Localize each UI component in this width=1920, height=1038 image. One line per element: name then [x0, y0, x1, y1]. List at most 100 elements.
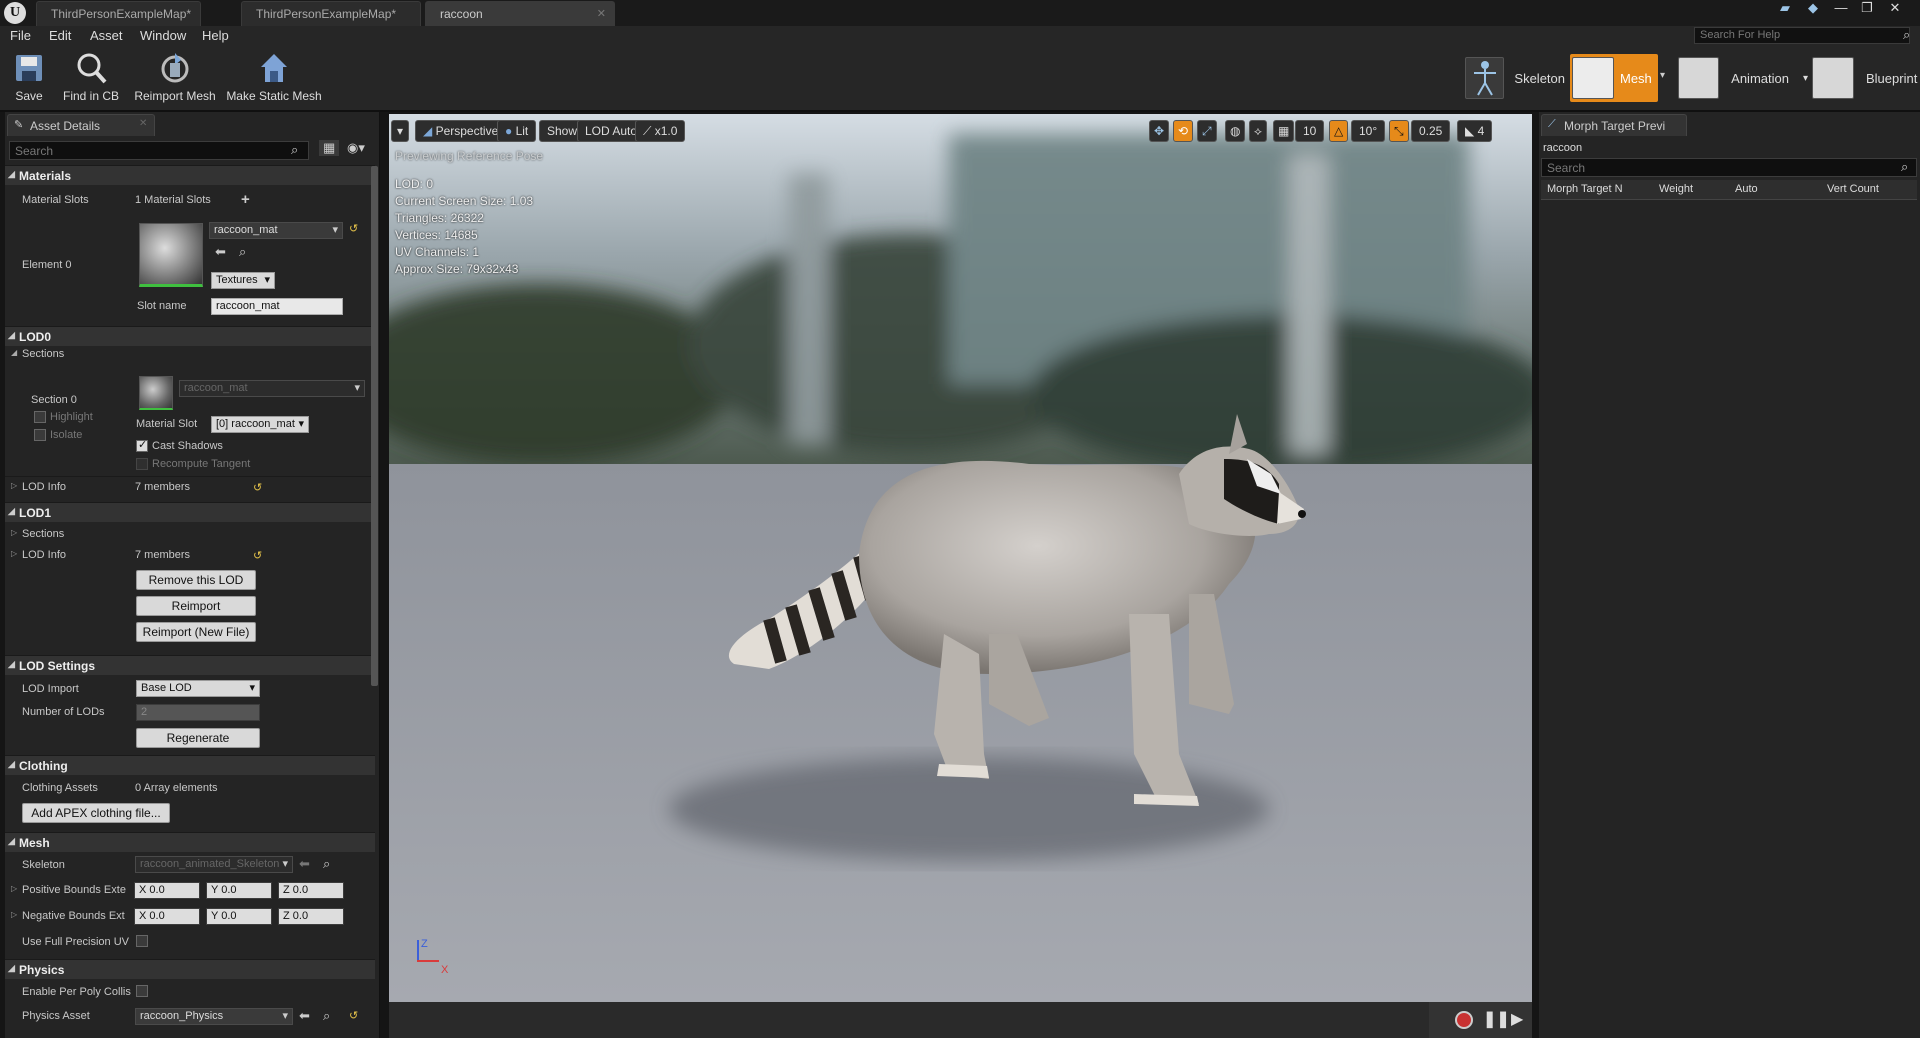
category-physics[interactable]: Physics	[5, 959, 375, 979]
reimport-mesh-button[interactable]: Reimport Mesh	[130, 50, 220, 108]
column-vert-count[interactable]: Vert Count	[1827, 183, 1879, 195]
category-lod-settings[interactable]: LOD Settings	[5, 655, 375, 675]
negative-bounds-z[interactable]: Z 0.0	[278, 908, 344, 925]
physics-asset-select[interactable]: raccoon_Physics	[135, 1008, 293, 1025]
positive-bounds-z[interactable]: Z 0.0	[278, 882, 344, 899]
number-of-lods-spinbox[interactable]: 2	[136, 704, 260, 721]
pause-icon[interactable]: ❚❚	[1483, 1009, 1510, 1029]
viewport-options-button[interactable]: ▾	[391, 120, 410, 142]
reset-icon[interactable]: ↺	[349, 1009, 358, 1022]
column-weight[interactable]: Weight	[1659, 183, 1693, 195]
mesh-dropdown-icon[interactable]: ▾	[1660, 70, 1665, 81]
material-select[interactable]: raccoon_mat	[209, 222, 343, 239]
tab-map-1[interactable]: ThirdPersonExampleMap*	[36, 1, 201, 26]
add-icon[interactable]: +	[241, 191, 250, 208]
rotation-snap-icon[interactable]: △	[1329, 120, 1349, 142]
viewport[interactable]: ▾ ◢ Perspective ● Lit Show LOD Auto ⟋ x1…	[389, 114, 1532, 1002]
column-auto[interactable]: Auto	[1735, 183, 1758, 195]
browse-icon[interactable]: ⌕	[239, 244, 246, 260]
lit-button[interactable]: ● Lit	[497, 120, 537, 142]
material-thumbnail[interactable]	[139, 223, 203, 287]
rotation-snap-value[interactable]: 10°	[1351, 120, 1386, 142]
sections-label[interactable]: Sections	[11, 348, 64, 360]
visibility-eye-icon[interactable]: ◉▾	[347, 140, 365, 156]
notification-icon[interactable]: ▰	[1772, 0, 1798, 18]
minimize-icon[interactable]: —	[1828, 0, 1854, 18]
close-window-icon[interactable]: ✕	[1882, 0, 1908, 18]
animation-mode-button[interactable]: Animation ▾	[1678, 54, 1808, 102]
menu-help[interactable]: Help	[202, 28, 229, 43]
make-static-mesh-button[interactable]: Make Static Mesh	[224, 50, 324, 108]
skeleton-select[interactable]: raccoon_animated_Skeleton	[135, 856, 293, 873]
playback-speed-button[interactable]: ⟋ x1.0	[635, 120, 686, 142]
close-panel-icon[interactable]: ✕	[139, 118, 147, 129]
recompute-tangent-checkbox[interactable]	[136, 458, 148, 470]
tab-map-2[interactable]: ThirdPersonExampleMap*	[241, 1, 421, 26]
details-search-input[interactable]: Search	[9, 141, 309, 160]
menu-edit[interactable]: Edit	[49, 28, 71, 43]
animation-dropdown-icon[interactable]: ▾	[1803, 73, 1808, 84]
category-lod1[interactable]: LOD1	[5, 502, 375, 522]
mesh-mode-button[interactable]: Mesh	[1570, 54, 1658, 102]
morph-target-tab[interactable]: ⟋ Morph Target Previ	[1541, 114, 1687, 136]
feedback-icon[interactable]: ◆	[1800, 0, 1826, 18]
isolate-checkbox[interactable]	[34, 429, 46, 441]
grid-snap-icon[interactable]: ▦	[1273, 120, 1295, 142]
asset-details-tab[interactable]: ✎ Asset Details ✕	[7, 114, 155, 136]
cast-shadows-checkbox[interactable]	[136, 438, 148, 452]
category-mesh[interactable]: Mesh	[5, 832, 375, 852]
regenerate-button[interactable]: Regenerate	[136, 728, 260, 748]
save-button[interactable]: Save	[8, 50, 50, 108]
tab-raccoon[interactable]: raccoon ✕	[425, 1, 615, 26]
blueprint-mode-button[interactable]: Blueprint	[1812, 54, 1918, 102]
full-precision-uv-checkbox[interactable]	[136, 935, 148, 947]
help-search-input[interactable]: Search For Help	[1694, 27, 1910, 44]
maximize-icon[interactable]: ❐	[1854, 0, 1880, 18]
highlight-checkbox[interactable]	[34, 411, 46, 423]
scale-snap-value[interactable]: 0.25	[1411, 120, 1451, 142]
use-selected-arrow-icon[interactable]: ⬅	[215, 244, 226, 260]
negative-bounds-y[interactable]: Y 0.0	[206, 908, 272, 925]
menu-file[interactable]: File	[10, 28, 31, 43]
use-selected-arrow-icon[interactable]: ⬅	[299, 1008, 310, 1024]
scale-icon[interactable]: ⤢	[1197, 120, 1217, 142]
translate-icon[interactable]: ✥	[1149, 120, 1170, 142]
close-tab-icon[interactable]: ✕	[597, 7, 606, 20]
section-material-thumbnail[interactable]	[139, 376, 173, 410]
skeleton-mode-button[interactable]: Skeleton	[1465, 54, 1565, 102]
details-scrollbar[interactable]	[371, 166, 378, 686]
browse-icon[interactable]: ⌕	[323, 1008, 330, 1024]
record-icon[interactable]	[1455, 1011, 1473, 1029]
lod-import-select[interactable]: Base LOD	[136, 680, 260, 697]
material-slot-select[interactable]: [0] raccoon_mat	[211, 416, 309, 433]
positive-bounds-x[interactable]: X 0.0	[134, 882, 200, 899]
rotate-icon[interactable]: ⟲	[1173, 120, 1194, 142]
category-materials[interactable]: Materials	[5, 165, 375, 185]
find-in-cb-button[interactable]: Find in CB	[58, 50, 124, 108]
camera-speed-button[interactable]: ◣ 4	[1457, 120, 1493, 142]
menu-window[interactable]: Window	[140, 28, 186, 43]
category-lod0[interactable]: LOD0	[5, 326, 375, 346]
per-poly-collision-checkbox[interactable]	[136, 985, 148, 997]
positive-bounds-y[interactable]: Y 0.0	[206, 882, 272, 899]
category-clothing[interactable]: Clothing	[5, 755, 375, 775]
scale-snap-icon[interactable]: ⤡	[1389, 120, 1409, 142]
morph-search-input[interactable]: Search	[1541, 158, 1917, 177]
negative-bounds-x[interactable]: X 0.0	[134, 908, 200, 925]
menu-asset[interactable]: Asset	[90, 28, 123, 43]
surface-snap-icon[interactable]: ⟡	[1249, 120, 1267, 142]
column-morph-target-name[interactable]: Morph Target N	[1547, 183, 1623, 195]
reimport-new-file-button[interactable]: Reimport (New File)	[136, 622, 256, 642]
slot-name-input[interactable]: raccoon_mat	[211, 298, 343, 315]
grid-snap-value[interactable]: 10	[1295, 120, 1325, 142]
sections-label[interactable]: Sections	[11, 528, 64, 540]
perspective-button[interactable]: ◢ Perspective	[415, 120, 507, 142]
browse-icon[interactable]: ⌕	[323, 856, 330, 872]
add-apex-clothing-button[interactable]: Add APEX clothing file...	[22, 803, 170, 823]
reimport-button[interactable]: Reimport	[136, 596, 256, 616]
property-matrix-icon[interactable]: ▦	[319, 140, 340, 156]
lod-info-label[interactable]: LOD Info	[11, 549, 66, 561]
play-icon[interactable]: ▶	[1511, 1009, 1523, 1029]
negative-bounds-label[interactable]: Negative Bounds Ext	[11, 910, 125, 922]
reset-icon[interactable]: ↺	[349, 222, 358, 235]
